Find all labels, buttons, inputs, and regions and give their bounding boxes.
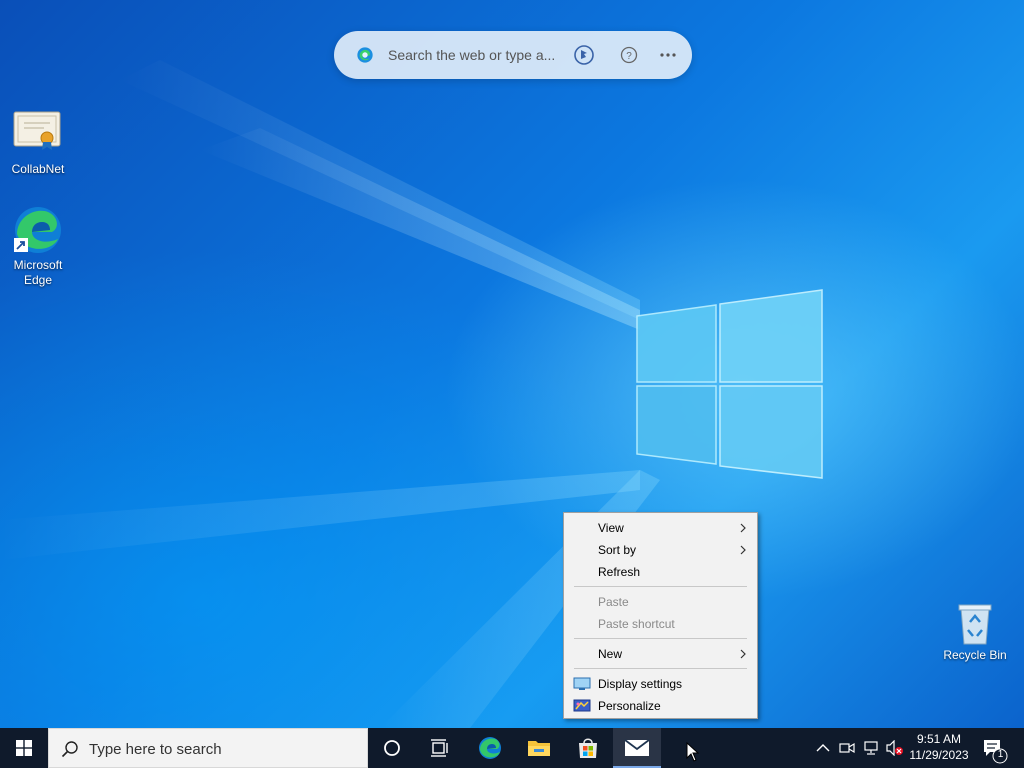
menu-item-new[interactable]: New [564, 643, 757, 665]
menu-item-refresh[interactable]: Refresh [564, 561, 757, 583]
taskbar-edge-button[interactable] [466, 728, 514, 768]
volume-muted-icon [886, 740, 903, 756]
show-hidden-icons-button[interactable] [814, 739, 832, 757]
menu-item-label: Display settings [598, 677, 683, 691]
search-icon [61, 741, 78, 758]
edge-search-input[interactable]: Search the web or type a... [388, 47, 555, 63]
windows-logo-icon [16, 740, 32, 756]
notification-count-badge: 1 [997, 749, 1004, 760]
menu-item-label: Refresh [598, 565, 641, 579]
mail-icon [624, 739, 650, 756]
menu-item-paste-shortcut: Paste shortcut [564, 613, 757, 635]
file-explorer-button[interactable] [515, 728, 563, 768]
menu-item-label: View [598, 521, 624, 535]
cortana-button[interactable] [368, 728, 416, 768]
network-icon [864, 741, 878, 755]
desktop-icon-label: Recycle Bin [943, 648, 1007, 662]
chevron-right-icon [740, 523, 746, 533]
taskbar: Type here to search 9:51 AM 11/29/2023 1 [0, 728, 1024, 768]
system-clock[interactable]: 9:51 AM 11/29/2023 [906, 731, 972, 763]
recycle-bin-icon [949, 602, 1001, 646]
desktop-context-menu: View Sort by Refresh Paste Paste shortcu… [563, 512, 758, 719]
menu-item-label: Sort by [598, 543, 637, 557]
windows-logo-wallpaper [636, 289, 823, 479]
cortana-icon [384, 740, 400, 756]
desktop[interactable]: Search the web or type a... ? CollabNet [0, 0, 1024, 728]
meet-now-button[interactable] [838, 739, 856, 757]
start-button[interactable] [0, 728, 48, 768]
help-icon[interactable]: ? [618, 44, 640, 66]
menu-item-label: Personalize [598, 699, 661, 713]
store-icon [579, 738, 597, 758]
menu-separator [574, 586, 747, 587]
menu-item-label: New [598, 647, 623, 661]
wallpaper-light-beams [0, 60, 823, 728]
menu-item-view[interactable]: View [564, 517, 757, 539]
edge-icon [479, 737, 501, 759]
menu-separator [574, 638, 747, 639]
menu-item-display-settings[interactable]: Display settings [564, 673, 757, 695]
taskbar-search-box[interactable]: Type here to search [48, 728, 368, 768]
svg-text:?: ? [626, 51, 632, 62]
desktop-icon-label: CollabNet [11, 162, 65, 176]
file-explorer-icon [528, 741, 550, 756]
edge-icon [12, 204, 64, 256]
menu-separator [574, 668, 747, 669]
menu-item-sort-by[interactable]: Sort by [564, 539, 757, 561]
desktop-icon-label: Microsoft Edge [13, 258, 63, 287]
certificate-icon [12, 108, 64, 160]
clock-date: 11/29/2023 [909, 748, 969, 762]
menu-item-label: Paste [598, 595, 629, 609]
chevron-right-icon [740, 649, 746, 659]
action-center-button[interactable]: 1 [976, 728, 1024, 768]
desktop-icon-collabnet[interactable]: CollabNet [0, 108, 76, 177]
menu-item-personalize[interactable]: Personalize [564, 695, 757, 717]
taskbar-search-input[interactable]: Type here to search [89, 741, 222, 758]
notification-icon [984, 740, 1008, 764]
chevron-up-icon [816, 744, 830, 752]
task-view-icon [431, 739, 448, 757]
display-icon [573, 677, 591, 690]
personalize-icon [573, 699, 591, 712]
volume-button[interactable] [886, 739, 904, 757]
network-button[interactable] [862, 739, 880, 757]
microsoft-store-button[interactable] [564, 728, 612, 768]
edge-icon [357, 47, 373, 63]
mail-button[interactable] [613, 728, 661, 768]
menu-item-paste: Paste [564, 591, 757, 613]
edge-search-bar[interactable]: Search the web or type a... ? [334, 31, 692, 79]
desktop-icon-recycle-bin[interactable]: Recycle Bin [937, 602, 1013, 663]
desktop-icon-microsoft-edge[interactable]: Microsoft Edge [0, 204, 76, 288]
clock-time: 9:51 AM [916, 732, 962, 746]
task-view-button[interactable] [416, 728, 464, 768]
more-options-icon[interactable] [657, 44, 679, 66]
video-camera-icon [839, 742, 855, 754]
mouse-cursor-icon [686, 742, 700, 762]
chevron-right-icon [740, 545, 746, 555]
bing-chat-icon[interactable] [573, 44, 595, 66]
menu-item-label: Paste shortcut [598, 617, 675, 631]
